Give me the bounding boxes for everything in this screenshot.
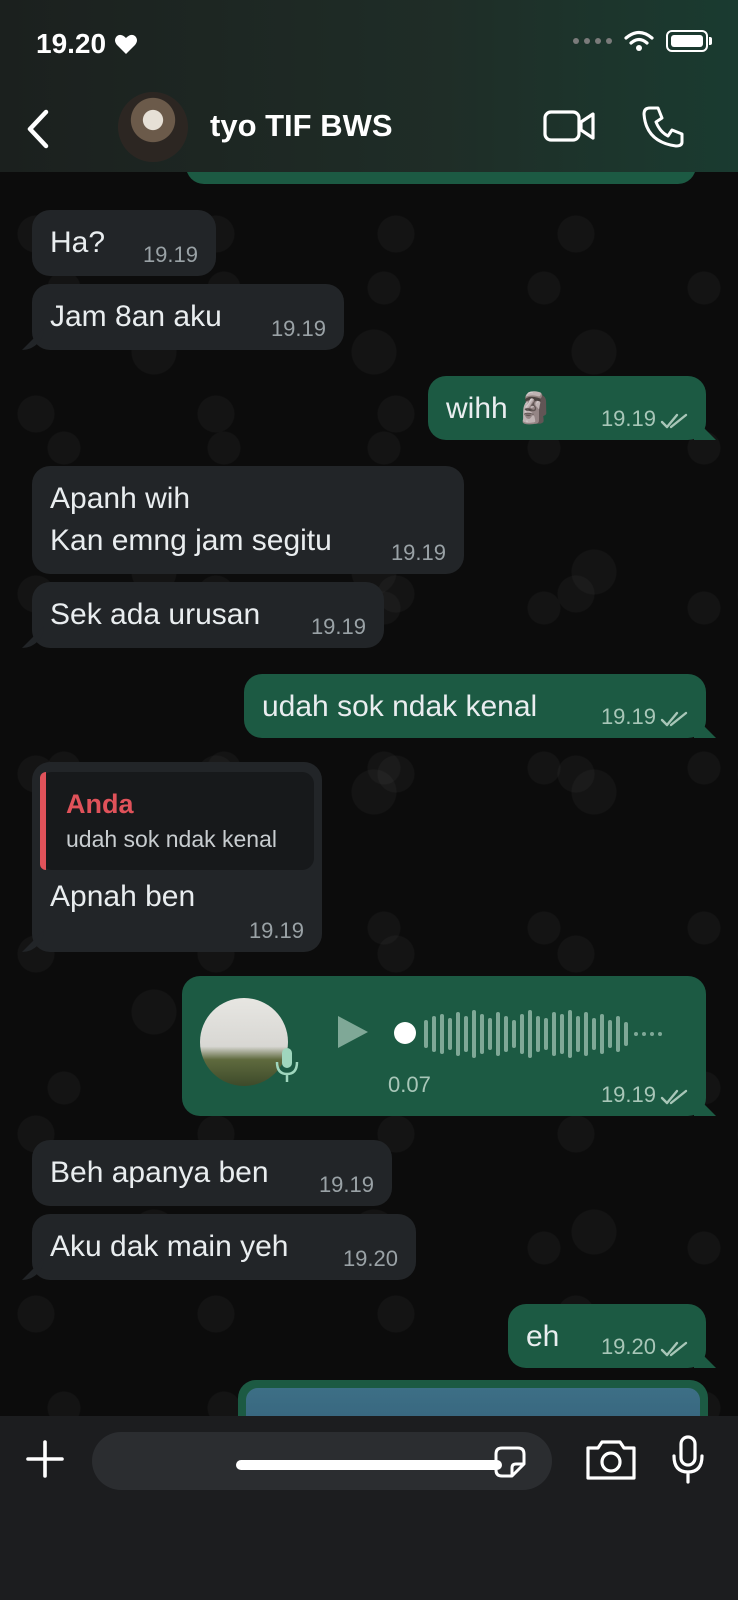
message-bubble[interactable]: udah sok ndak kenal 19.19 (244, 674, 706, 738)
message-bubble[interactable]: Jam 8an aku 19.19 (32, 284, 344, 350)
message-bubble[interactable]: Sek ada urusan 19.19 (32, 582, 384, 648)
plus-icon[interactable] (24, 1438, 66, 1480)
wifi-icon (624, 30, 654, 51)
message-text: Apnah ben (50, 880, 196, 913)
message-time: 19.19 (142, 242, 198, 267)
voice-message-bubble[interactable]: 0.07 19.19 (182, 976, 706, 1116)
message-bubble[interactable]: eh 19.20 (508, 1304, 706, 1368)
message-text: Beh apanya ben (50, 1156, 269, 1189)
message-time: 19.19 (600, 406, 656, 431)
voice-waveform (424, 1010, 662, 1058)
quote-text: udah sok ndak kenal (66, 826, 277, 852)
message-bubble[interactable]: Beh apanya ben 19.19 (32, 1140, 392, 1206)
message-text: udah sok ndak kenal (262, 690, 538, 723)
signal-icon (573, 38, 612, 44)
message-text: Ha? (50, 226, 106, 259)
camera-icon[interactable] (584, 1436, 638, 1482)
message-bubble[interactable]: Apanh wih Kan emng jam segitu 19.19 (32, 466, 464, 574)
microphone-icon[interactable] (670, 1434, 706, 1486)
play-icon[interactable] (332, 1012, 372, 1052)
heart-icon (114, 34, 137, 54)
contact-avatar[interactable] (118, 92, 188, 162)
playback-scrubber[interactable] (394, 1022, 416, 1044)
message-time: 19.19 (600, 704, 656, 729)
message-text: Apanh wih Kan emng jam segitu (50, 482, 332, 557)
reply-message-bubble[interactable]: Anda udah sok ndak kenal Apnah ben 19.19 (32, 762, 322, 952)
message-time: 19.20 (600, 1334, 656, 1359)
contact-name[interactable]: tyo TIF BWS (210, 108, 393, 144)
status-time: 19.20 (36, 28, 138, 60)
status-time-text: 19.20 (36, 28, 107, 59)
read-ticks-icon (660, 711, 688, 727)
message-bubble[interactable]: wihh 🗿 19.19 (428, 376, 706, 440)
message-time: 19.19 (248, 918, 304, 943)
message-time: 19.19 (600, 1082, 656, 1107)
message-time: 19.19 (310, 614, 366, 639)
message-time: 19.19 (390, 540, 446, 565)
back-chevron-icon[interactable] (18, 104, 58, 154)
message-time: 19.20 (342, 1246, 398, 1271)
home-indicator (236, 1460, 502, 1470)
battery-icon (666, 30, 712, 52)
phone-call-icon[interactable] (642, 104, 686, 148)
quote-accent-bar (40, 772, 46, 870)
microphone-icon (275, 1048, 299, 1082)
composer-bar (0, 1416, 738, 1600)
message-text: Sek ada urusan (50, 598, 261, 631)
message-bubble[interactable]: Ha? 19.19 (32, 210, 216, 276)
message-text: Jam 8an aku (50, 300, 222, 333)
chat-header: 19.20 tyo TIF BWS (0, 0, 738, 172)
quote-author: Anda (66, 789, 134, 819)
read-ticks-icon (660, 413, 688, 429)
message-text: Aku dak main yeh (50, 1230, 289, 1263)
voice-duration: 0.07 (388, 1072, 431, 1097)
quoted-message[interactable]: Anda udah sok ndak kenal (40, 772, 314, 870)
read-ticks-icon (660, 1341, 688, 1357)
video-call-icon[interactable] (543, 108, 595, 144)
message-bubble[interactable]: Aku dak main yeh 19.20 (32, 1214, 416, 1280)
chat-scroll-area[interactable]: Ha? 19.19 Jam 8an aku 19.19 wihh 🗿 19.19… (0, 0, 738, 1445)
message-time: 19.19 (270, 316, 326, 341)
status-indicators (573, 30, 712, 52)
read-ticks-icon (660, 1089, 688, 1105)
message-text: eh (526, 1320, 560, 1353)
message-time: 19.19 (318, 1172, 374, 1197)
message-text: wihh 🗿 (446, 392, 554, 425)
